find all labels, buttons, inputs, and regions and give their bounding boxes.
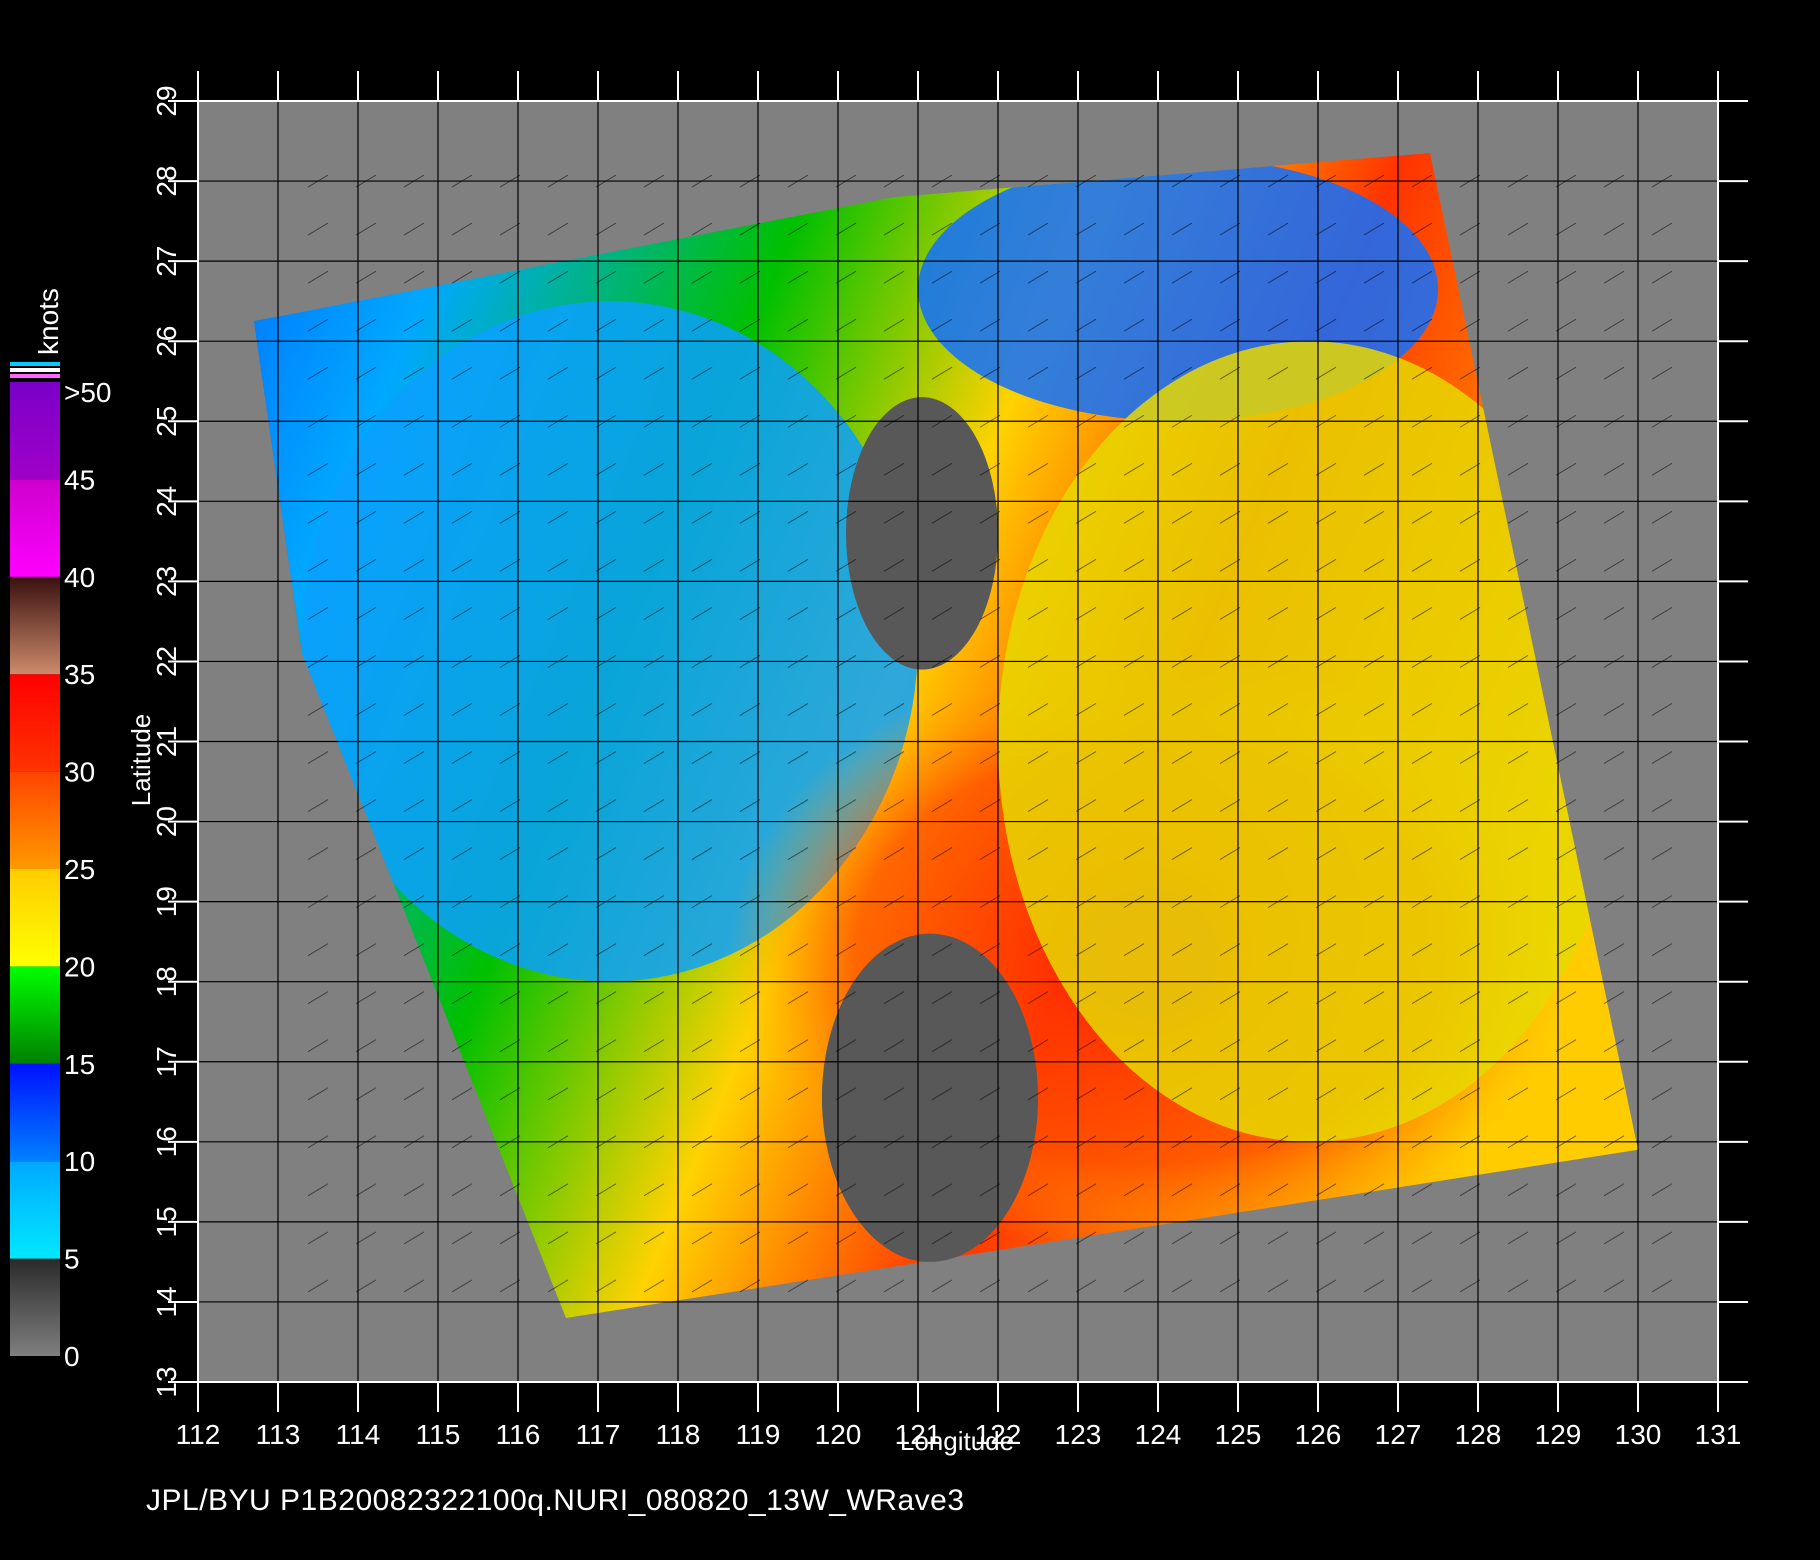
y-tick-label: 15 <box>151 1206 182 1237</box>
x-tick-label: 116 <box>496 1419 541 1450</box>
colorbar-label: 0 <box>64 1341 80 1372</box>
footer-caption: JPL/BYU P1B20082322100q.NURI_080820_13W_… <box>146 1484 965 1517</box>
y-tick-label: 19 <box>151 886 182 917</box>
y-tick-label: 24 <box>151 486 182 517</box>
y-tick-label: 27 <box>151 246 182 277</box>
y-tick-label: 28 <box>151 165 182 196</box>
x-axis-title: Longitude <box>900 1426 1014 1456</box>
colorbar-label: 30 <box>64 757 95 788</box>
x-tick-label: 118 <box>656 1419 701 1450</box>
x-tick-label: 124 <box>1135 1419 1182 1450</box>
colorbar-label: 20 <box>64 951 95 982</box>
y-tick-label: 17 <box>151 1046 182 1077</box>
y-tick-label: 22 <box>151 646 182 677</box>
colorbar-band <box>10 576 60 675</box>
y-tick-label: 23 <box>151 566 182 597</box>
y-tick-label: 20 <box>151 806 182 837</box>
x-tick-label: 119 <box>736 1419 781 1450</box>
colorbar-label: 15 <box>64 1049 95 1080</box>
y-tick-label: 25 <box>151 406 182 437</box>
colorbar-band <box>10 382 60 480</box>
x-tick-label: 127 <box>1375 1419 1422 1450</box>
y-axis-title: Latitude <box>126 714 156 807</box>
x-tick-label: 114 <box>336 1419 381 1450</box>
y-tick-label: 18 <box>151 966 182 997</box>
colorbar-band <box>10 674 60 772</box>
colorbar-label: 10 <box>64 1146 95 1177</box>
y-tick-label: 14 <box>151 1286 182 1317</box>
wind-speed-map: 112 113 114 115 116 117 118 119 120 121 122 123 124 1… <box>10 71 1748 1456</box>
colorbar-unit: knots <box>33 288 64 355</box>
colorbar-top-marker <box>10 374 60 378</box>
colorbar-label: 40 <box>64 562 95 593</box>
x-tick-label: 123 <box>1055 1419 1102 1450</box>
colorbar-label: 5 <box>64 1244 80 1275</box>
y-tick-label: 16 <box>151 1126 182 1157</box>
colorbar-band <box>10 1258 60 1356</box>
x-tick-label: 126 <box>1295 1419 1342 1450</box>
x-tick-label: 112 <box>176 1419 221 1450</box>
colorbar-label: 35 <box>64 659 95 690</box>
y-tick-label: 26 <box>151 326 182 357</box>
colorbar-band <box>10 771 60 869</box>
colorbar-band <box>10 1063 60 1162</box>
colorbar-band <box>10 1161 60 1259</box>
x-tick-label: 117 <box>576 1419 621 1450</box>
colorbar-band <box>10 479 60 577</box>
x-tick-label: 131 <box>1695 1419 1742 1450</box>
x-tick-label: 125 <box>1215 1419 1262 1450</box>
y-tick-label: 13 <box>151 1366 182 1397</box>
x-tick-label: 128 <box>1455 1419 1502 1450</box>
x-tick-label: 130 <box>1615 1419 1662 1450</box>
colorbar-label: 25 <box>64 854 95 885</box>
x-tick-label: 113 <box>256 1419 301 1450</box>
land-luzon <box>822 933 1038 1262</box>
colorbar-label: >50 <box>64 377 112 408</box>
x-tick-label: 120 <box>815 1419 862 1450</box>
colorbar-band <box>10 869 60 967</box>
colorbar-top-marker <box>10 368 60 372</box>
x-tick-label: 129 <box>1535 1419 1582 1450</box>
x-tick-label: 115 <box>416 1419 461 1450</box>
colorbar-label: 45 <box>64 464 95 495</box>
colorbar-band <box>10 966 60 1064</box>
colorbar-top-marker <box>10 362 60 366</box>
y-tick-label: 29 <box>151 85 182 116</box>
land-taiwan <box>846 397 998 670</box>
